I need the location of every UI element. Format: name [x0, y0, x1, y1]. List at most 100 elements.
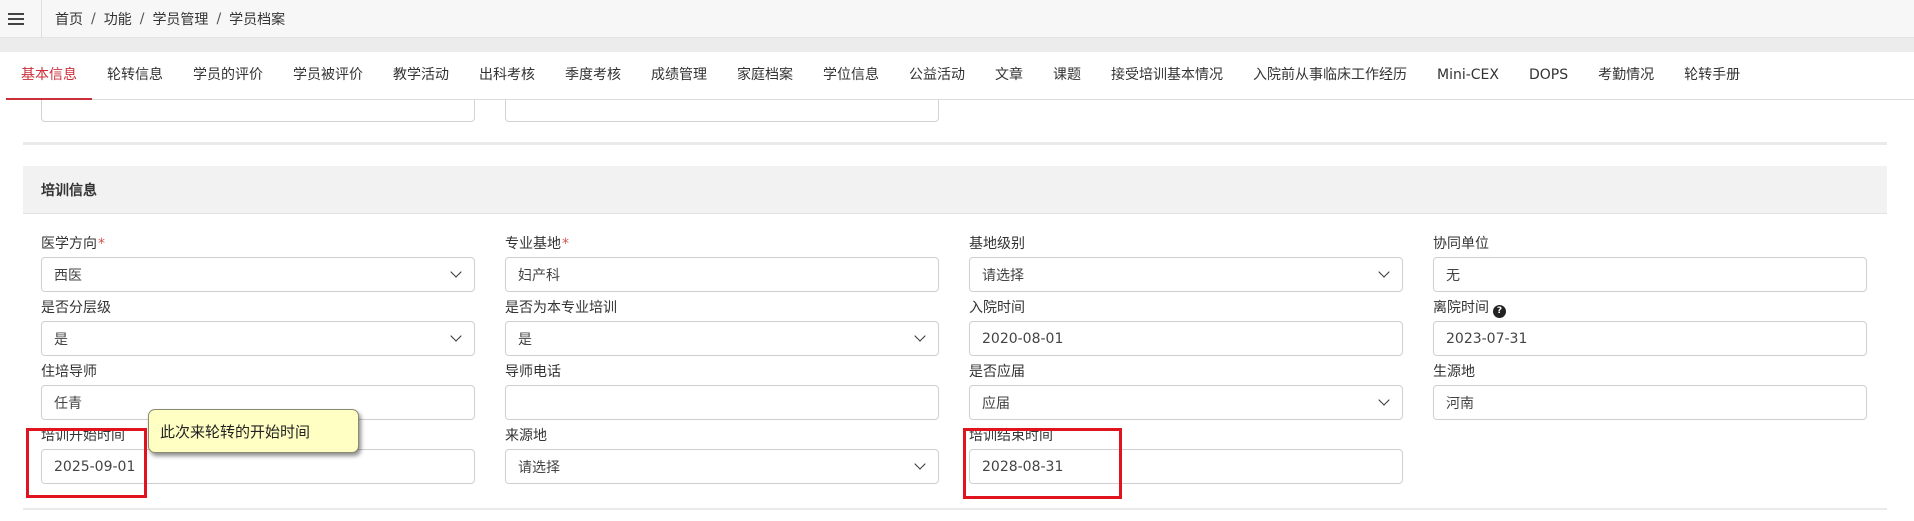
scrolled-input[interactable] — [505, 100, 939, 122]
specialty-base-input[interactable]: 妇产科 — [505, 257, 939, 292]
tutor-phone-field: 导师电话 — [505, 362, 939, 420]
tutor-value: 任青 — [54, 395, 82, 412]
origin-place-label: 生源地 — [1433, 364, 1475, 380]
fresh-grad-label: 是否应届 — [969, 364, 1025, 380]
admission-date-field: 入院时间 2020-08-01 — [969, 298, 1403, 356]
base-level-label: 基地级别 — [969, 236, 1025, 252]
tab-mini-cex[interactable]: Mini-CEX — [1422, 52, 1514, 100]
tab-dops[interactable]: DOPS — [1514, 52, 1583, 100]
section-title: 培训信息 — [23, 166, 1887, 214]
is-tiered-field: 是否分层级 是 — [41, 298, 475, 356]
breadcrumb: 首页 / 功能 / 学员管理 / 学员档案 — [55, 9, 285, 29]
tab-rotation-info[interactable]: 轮转信息 — [92, 52, 178, 100]
tab-family-archive[interactable]: 家庭档案 — [722, 52, 808, 100]
page-gap — [0, 38, 1914, 52]
own-specialty-label: 是否为本专业培训 — [505, 300, 617, 316]
base-level-field: 基地级别 请选择 — [969, 234, 1403, 292]
source-place-select[interactable]: 请选择 — [505, 449, 939, 484]
partner-unit-field: 协同单位 无 — [1433, 234, 1867, 292]
breadcrumb-separator: / — [139, 10, 145, 27]
medical-direction-field: 医学方向* 西医 — [41, 234, 475, 292]
own-specialty-value: 是 — [518, 331, 532, 348]
chevron-down-icon — [914, 330, 926, 342]
tab-degree-info[interactable]: 学位信息 — [808, 52, 894, 100]
origin-place-input[interactable]: 河南 — [1433, 385, 1867, 420]
medical-direction-select[interactable]: 西医 — [41, 257, 475, 292]
required-marker: * — [98, 236, 105, 252]
is-tiered-value: 是 — [54, 331, 68, 348]
partner-unit-input[interactable]: 无 — [1433, 257, 1867, 292]
leave-date-input[interactable]: 2023-07-31 — [1433, 321, 1867, 356]
tab-basic-info[interactable]: 基本信息 — [6, 52, 92, 101]
chevron-down-icon — [1378, 394, 1390, 406]
breadcrumb-separator: / — [91, 10, 96, 27]
breadcrumb-function[interactable]: 功能 — [104, 9, 132, 29]
tab-rotation-handbook[interactable]: 轮转手册 — [1669, 52, 1755, 100]
specialty-base-field: 专业基地* 妇产科 — [505, 234, 939, 292]
medical-direction-value: 西医 — [54, 267, 82, 284]
origin-place-field: 生源地 河南 — [1433, 362, 1867, 420]
tab-bar: 基本信息 轮转信息 学员的评价 学员被评价 教学活动 出科考核 季度考核 成绩管… — [6, 52, 1914, 101]
annotation-tooltip: 此次来轮转的开始时间 — [148, 409, 359, 453]
highlight-box-train-end — [963, 428, 1122, 499]
chevron-down-icon — [914, 458, 926, 470]
leave-date-field: 离院时间? 2023-07-31 — [1433, 298, 1867, 356]
leave-date-value: 2023-07-31 — [1446, 330, 1528, 347]
tab-teaching-activities[interactable]: 教学活动 — [378, 52, 464, 100]
medical-direction-label: 医学方向* — [41, 236, 105, 252]
is-tiered-select[interactable]: 是 — [41, 321, 475, 356]
content-panel: 培训信息 医学方向* 西医 专业基地* 妇产科 基地级别 请选择 协同单位 无 … — [6, 100, 1914, 521]
tab-grade-management[interactable]: 成绩管理 — [636, 52, 722, 100]
breadcrumb-home[interactable]: 首页 — [55, 9, 83, 29]
own-specialty-field: 是否为本专业培训 是 — [505, 298, 939, 356]
own-specialty-select[interactable]: 是 — [505, 321, 939, 356]
top-bar: 首页 / 功能 / 学员管理 / 学员档案 — [0, 0, 1914, 38]
tab-department-exam[interactable]: 出科考核 — [464, 52, 550, 100]
admission-date-label: 入院时间 — [969, 300, 1025, 316]
admission-date-value: 2020-08-01 — [982, 330, 1064, 347]
specialty-base-label: 专业基地* — [505, 236, 569, 252]
source-place-field: 来源地 请选择 — [505, 426, 939, 484]
question-circle-icon[interactable]: ? — [1493, 305, 1506, 318]
origin-place-value: 河南 — [1446, 395, 1474, 412]
tab-articles[interactable]: 文章 — [980, 52, 1038, 100]
chevron-down-icon — [1378, 266, 1390, 278]
chevron-down-icon — [450, 330, 462, 342]
highlight-box-train-start — [26, 428, 147, 498]
base-level-value: 请选择 — [982, 267, 1024, 284]
source-place-value: 请选择 — [518, 459, 560, 476]
breadcrumb-separator: / — [216, 10, 222, 27]
tab-prior-clinical-experience[interactable]: 入院前从事临床工作经历 — [1238, 52, 1422, 100]
required-marker: * — [562, 236, 569, 252]
tab-training-basics[interactable]: 接受培训基本情况 — [1096, 52, 1238, 100]
partner-unit-label: 协同单位 — [1433, 236, 1489, 252]
tab-projects[interactable]: 课题 — [1038, 52, 1096, 100]
admission-date-input[interactable]: 2020-08-01 — [969, 321, 1403, 356]
chevron-down-icon — [450, 266, 462, 278]
tutor-label: 住培导师 — [41, 364, 97, 380]
breadcrumb-student-management[interactable]: 学员管理 — [152, 9, 208, 29]
tutor-phone-label: 导师电话 — [505, 364, 561, 380]
fresh-grad-select[interactable]: 应届 — [969, 385, 1403, 420]
specialty-base-value: 妇产科 — [518, 267, 560, 284]
breadcrumb-student-archive: 学员档案 — [229, 11, 286, 28]
is-tiered-label: 是否分层级 — [41, 300, 111, 316]
partner-unit-value: 无 — [1446, 267, 1460, 284]
leave-date-label: 离院时间? — [1433, 298, 1867, 318]
hamburger-icon — [8, 12, 24, 25]
section-divider — [23, 142, 1887, 145]
base-level-select[interactable]: 请选择 — [969, 257, 1403, 292]
tutor-phone-input[interactable] — [505, 385, 939, 420]
tab-student-evaluated[interactable]: 学员被评价 — [278, 52, 378, 100]
divider — [41, 0, 42, 38]
tab-student-evaluations[interactable]: 学员的评价 — [178, 52, 278, 100]
fresh-grad-value: 应届 — [982, 395, 1010, 412]
fresh-grad-field: 是否应届 应届 — [969, 362, 1403, 420]
tab-public-welfare[interactable]: 公益活动 — [894, 52, 980, 100]
menu-toggle-button[interactable] — [0, 0, 32, 38]
source-place-label: 来源地 — [505, 428, 547, 444]
tab-quarterly-exam[interactable]: 季度考核 — [550, 52, 636, 100]
scrolled-input[interactable] — [41, 100, 475, 122]
section-divider — [23, 508, 1887, 510]
tab-attendance[interactable]: 考勤情况 — [1583, 52, 1669, 100]
